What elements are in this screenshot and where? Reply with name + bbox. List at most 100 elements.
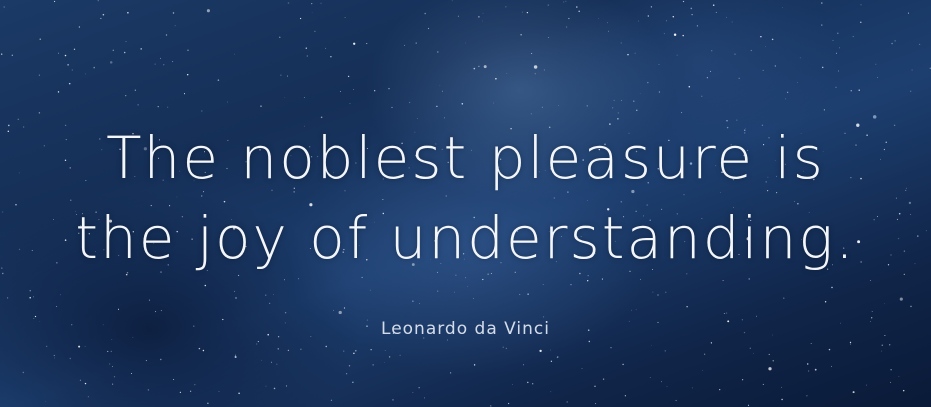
star bbox=[907, 12, 909, 14]
star bbox=[464, 42, 466, 44]
star bbox=[423, 397, 425, 399]
star bbox=[338, 310, 342, 315]
star bbox=[539, 349, 542, 353]
star bbox=[543, 69, 545, 71]
star bbox=[280, 74, 282, 76]
star bbox=[261, 359, 262, 361]
star bbox=[821, 24, 823, 26]
star bbox=[112, 383, 114, 385]
star bbox=[3, 6, 5, 8]
star bbox=[624, 395, 627, 397]
star bbox=[287, 2, 290, 4]
star bbox=[79, 379, 81, 381]
star bbox=[601, 278, 603, 280]
star bbox=[235, 297, 237, 299]
star bbox=[547, 4, 550, 6]
star bbox=[113, 376, 116, 378]
star bbox=[287, 349, 290, 352]
star bbox=[799, 57, 801, 59]
star bbox=[768, 367, 772, 371]
star bbox=[523, 364, 525, 366]
star bbox=[427, 27, 430, 30]
star bbox=[270, 361, 272, 363]
star bbox=[172, 12, 175, 14]
star bbox=[706, 77, 708, 79]
star bbox=[620, 42, 622, 44]
star bbox=[234, 355, 237, 359]
star bbox=[53, 357, 55, 359]
star bbox=[384, 350, 386, 352]
star bbox=[530, 113, 532, 115]
star bbox=[495, 77, 497, 80]
star bbox=[661, 381, 662, 383]
star bbox=[860, 4, 862, 6]
star bbox=[635, 309, 637, 311]
star bbox=[850, 90, 852, 92]
star bbox=[85, 73, 87, 75]
star bbox=[881, 350, 883, 352]
star bbox=[723, 312, 725, 314]
star bbox=[300, 348, 302, 350]
quote-line-2: the joy of understanding. bbox=[75, 204, 856, 272]
star bbox=[260, 105, 262, 107]
star bbox=[519, 293, 521, 296]
star bbox=[69, 357, 72, 360]
star bbox=[781, 386, 782, 388]
star bbox=[344, 16, 346, 19]
star bbox=[305, 47, 308, 49]
star bbox=[783, 297, 785, 299]
star bbox=[726, 16, 727, 18]
star bbox=[764, 46, 766, 47]
star bbox=[622, 363, 624, 366]
star bbox=[526, 11, 529, 14]
star bbox=[238, 392, 240, 395]
star bbox=[502, 346, 504, 348]
star bbox=[634, 52, 636, 54]
star bbox=[865, 384, 867, 386]
star bbox=[284, 312, 287, 314]
star bbox=[347, 75, 350, 78]
star bbox=[507, 402, 510, 405]
star bbox=[768, 353, 770, 355]
star bbox=[311, 12, 313, 13]
star bbox=[785, 98, 786, 100]
star bbox=[617, 112, 619, 114]
star bbox=[473, 364, 476, 366]
star bbox=[858, 89, 860, 91]
star bbox=[256, 343, 258, 345]
star bbox=[276, 363, 278, 365]
star bbox=[157, 105, 159, 108]
star bbox=[279, 36, 281, 38]
star bbox=[493, 102, 495, 104]
star bbox=[56, 306, 58, 307]
star bbox=[691, 387, 693, 389]
star bbox=[881, 344, 883, 346]
star bbox=[527, 293, 529, 295]
star bbox=[666, 386, 668, 388]
star bbox=[218, 391, 220, 392]
star bbox=[748, 278, 750, 280]
star bbox=[712, 4, 715, 6]
star bbox=[189, 390, 192, 392]
star bbox=[7, 297, 9, 299]
star bbox=[412, 392, 414, 393]
star bbox=[134, 89, 136, 91]
star bbox=[437, 290, 439, 292]
star bbox=[436, 105, 438, 108]
star bbox=[702, 370, 703, 371]
star bbox=[473, 298, 475, 299]
star bbox=[298, 278, 300, 280]
star bbox=[835, 52, 837, 54]
star bbox=[163, 64, 165, 66]
star bbox=[186, 73, 189, 76]
star bbox=[167, 106, 169, 108]
star bbox=[658, 64, 660, 66]
star bbox=[57, 91, 60, 93]
star bbox=[174, 25, 176, 27]
star bbox=[109, 61, 113, 64]
star bbox=[837, 70, 839, 72]
star bbox=[563, 1, 565, 3]
star bbox=[890, 369, 892, 371]
star bbox=[78, 26, 81, 28]
star bbox=[333, 309, 335, 311]
